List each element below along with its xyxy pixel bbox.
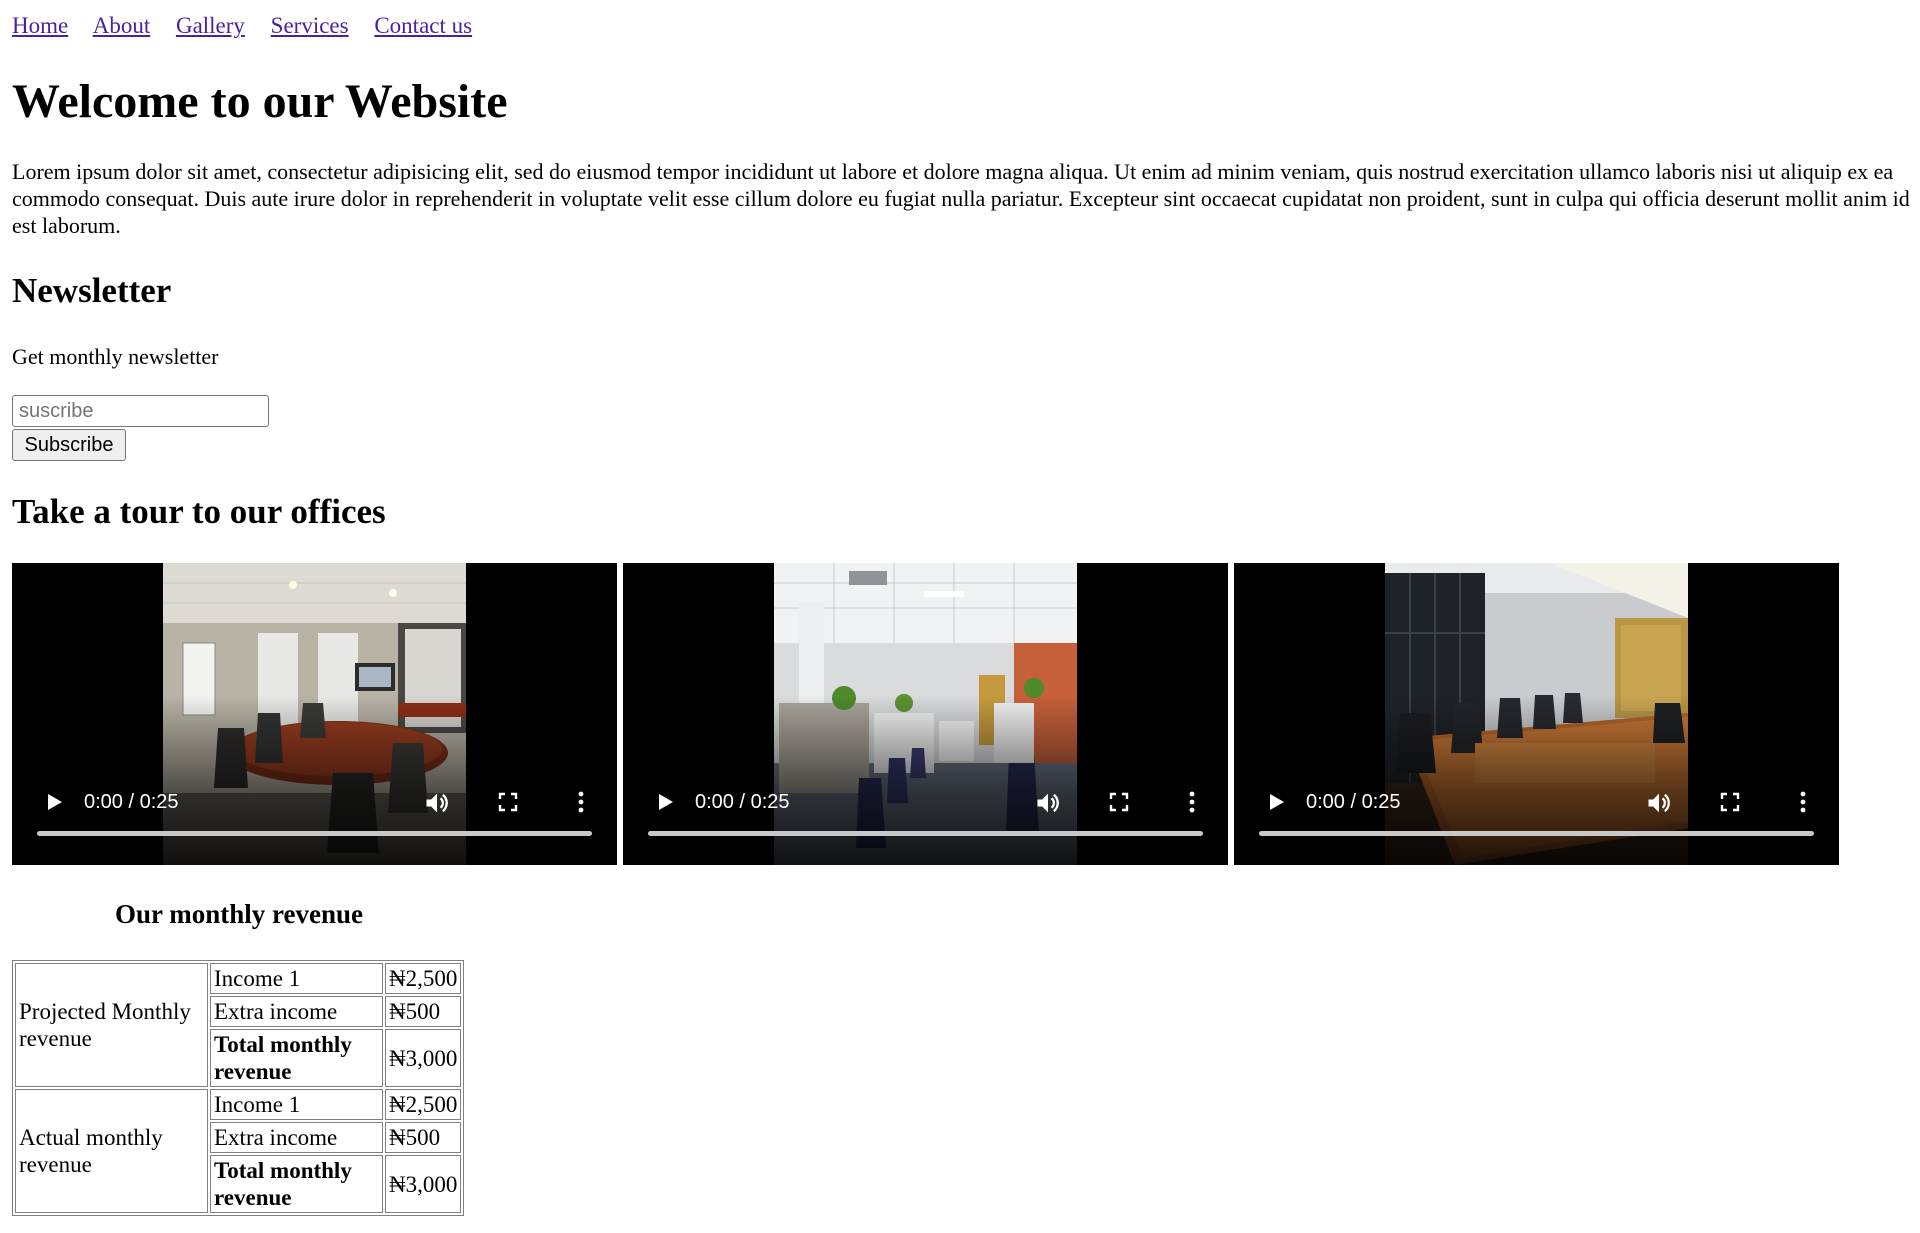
video-time: 0:00 / 0:25 xyxy=(1306,791,1401,813)
video-time: 0:00 / 0:25 xyxy=(695,791,790,813)
page-title: Welcome to our Website xyxy=(12,75,508,128)
group-label: Actual monthly revenue xyxy=(15,1089,208,1213)
subscribe-button[interactable]: Subscribe xyxy=(12,429,126,461)
video-controls: 0:00 / 0:25 xyxy=(12,765,617,865)
table-row: Projected Monthly revenue Income 1 ₦2,50… xyxy=(15,963,462,1087)
video-controls: 0:00 / 0:25 xyxy=(623,765,1228,865)
video-controls: 0:00 / 0:25 xyxy=(1234,765,1839,865)
play-icon[interactable] xyxy=(1264,790,1288,814)
fullscreen-icon[interactable] xyxy=(1718,790,1742,814)
intro-paragraph: Lorem ipsum dolor sit amet, consectetur … xyxy=(12,159,1910,238)
volume-icon[interactable] xyxy=(423,789,451,817)
nav-link-home[interactable]: Home xyxy=(12,13,68,38)
row-amount-total: ₦3,000 xyxy=(385,1029,462,1087)
volume-icon[interactable] xyxy=(1645,789,1673,817)
revenue-caption: Our monthly revenue xyxy=(114,899,363,929)
office-video-1[interactable]: 0:00 / 0:25 xyxy=(12,563,617,865)
row-label-total: Total monthly revenue xyxy=(210,1155,383,1213)
video-time: 0:00 / 0:25 xyxy=(84,791,179,813)
row-amount: ₦2,500 xyxy=(385,963,462,994)
newsletter-subtitle: Get monthly newsletter xyxy=(12,344,219,369)
row-amount: ₦500 xyxy=(385,1122,462,1153)
tour-heading: Take a tour to our offices xyxy=(12,492,386,531)
row-amount: ₦500 xyxy=(385,996,462,1027)
volume-icon[interactable] xyxy=(1034,789,1062,817)
row-label: Extra income xyxy=(210,1122,383,1153)
nav-link-contact[interactable]: Contact us xyxy=(374,13,472,38)
row-label: Income 1 xyxy=(210,1089,383,1120)
row-label: Income 1 xyxy=(210,963,383,994)
top-nav: Home About Gallery Services Contact us xyxy=(12,12,492,40)
play-icon[interactable] xyxy=(42,790,66,814)
table-row: Actual monthly revenue Income 1 ₦2,500 xyxy=(15,1089,462,1213)
row-amount: ₦2,500 xyxy=(385,1089,462,1120)
fullscreen-icon[interactable] xyxy=(496,790,520,814)
subscribe-input[interactable] xyxy=(12,395,269,427)
video-progress-bar[interactable] xyxy=(1259,831,1814,836)
video-progress-bar[interactable] xyxy=(37,831,592,836)
row-amount-total: ₦3,000 xyxy=(385,1155,462,1213)
nav-link-gallery[interactable]: Gallery xyxy=(176,13,245,38)
row-label: Extra income xyxy=(210,996,383,1027)
more-vert-icon[interactable] xyxy=(1180,789,1204,815)
group-label: Projected Monthly revenue xyxy=(15,963,208,1087)
office-video-2[interactable]: 0:00 / 0:25 xyxy=(623,563,1228,865)
play-icon[interactable] xyxy=(653,790,677,814)
video-progress-bar[interactable] xyxy=(648,831,1203,836)
revenue-table: Projected Monthly revenue Income 1 ₦2,50… xyxy=(12,960,465,1216)
fullscreen-icon[interactable] xyxy=(1107,790,1131,814)
more-vert-icon[interactable] xyxy=(569,789,593,815)
office-video-3[interactable]: 0:00 / 0:25 xyxy=(1234,563,1839,865)
nav-link-about[interactable]: About xyxy=(93,13,151,38)
nav-link-services[interactable]: Services xyxy=(271,13,349,38)
row-label-total: Total monthly revenue xyxy=(210,1029,383,1087)
newsletter-heading: Newsletter xyxy=(12,271,172,310)
more-vert-icon[interactable] xyxy=(1791,789,1815,815)
